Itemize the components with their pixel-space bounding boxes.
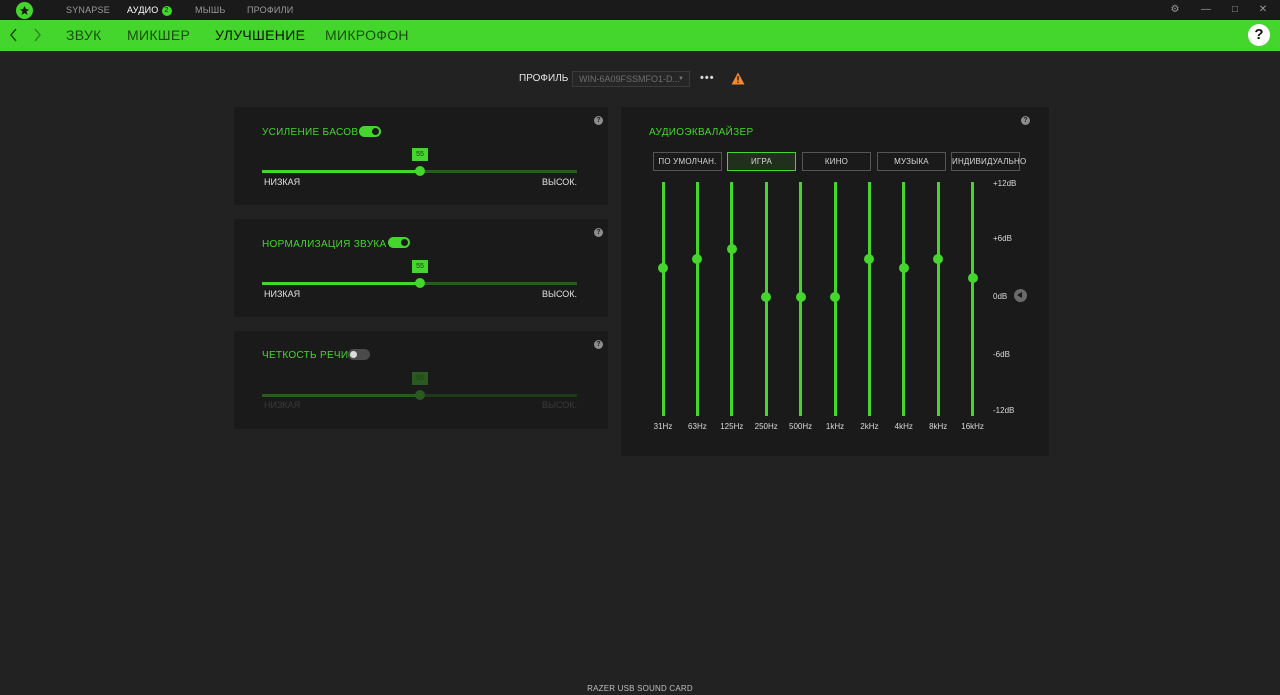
sound-normalization-card: ? НОРМАЛИЗАЦИЯ ЗВУКА 55 НИЗКАЯ ВЫСОК. — [234, 219, 608, 317]
voice-clarity-title: ЧЕТКОСТЬ РЕЧИ — [262, 350, 349, 361]
maximize-icon[interactable]: □ — [1228, 3, 1242, 17]
help-icon[interactable]: ? — [594, 340, 603, 349]
more-options-icon[interactable]: ••• — [700, 72, 715, 84]
close-icon[interactable]: ✕ — [1256, 3, 1270, 17]
device-count-badge: 2 — [161, 6, 172, 16]
eq-band-label: 16kHz — [961, 422, 984, 431]
slider-min-label: НИЗКАЯ — [264, 177, 301, 187]
bass-boost-toggle[interactable] — [359, 126, 381, 137]
db-label-plus6: +6dB — [993, 234, 1012, 243]
db-label-top: +12dB — [993, 179, 1017, 188]
help-icon[interactable]: ? — [594, 116, 603, 125]
eq-band-handle-125Hz[interactable] — [726, 244, 737, 255]
voice-clarity-slider-handle — [415, 390, 425, 400]
preset-movie-button[interactable]: КИНО — [802, 152, 871, 171]
toggle-knob — [372, 128, 379, 135]
voice-clarity-toggle[interactable] — [348, 349, 370, 360]
eq-band-track-16kHz[interactable] — [971, 182, 975, 416]
device-name-footer: RAZER USB SOUND CARD — [587, 684, 693, 693]
eq-band-track-31Hz[interactable] — [661, 182, 665, 416]
eq-band-track-2kHz[interactable] — [867, 182, 871, 416]
toggle-knob — [350, 351, 357, 358]
slider-max-label: ВЫСОК. — [542, 177, 578, 187]
eq-band-track-8kHz[interactable] — [936, 182, 940, 416]
chevron-down-icon: ▼ — [678, 76, 684, 82]
sound-normalization-toggle[interactable] — [388, 237, 410, 248]
bass-boost-card: ? УСИЛЕНИЕ БАСОВ 55 НИЗКАЯ ВЫСОК. — [234, 107, 608, 205]
settings-gear-icon[interactable]: ⚙ — [1168, 3, 1182, 17]
title-bar: SYNAPSE АУДИО 2 МЫШЬ ПРОФИЛИ ⚙ — □ ✕ — [0, 0, 1280, 20]
preset-custom-button[interactable]: ИНДИВИДУАЛЬНО — [951, 152, 1026, 171]
minimize-icon[interactable]: — — [1199, 3, 1213, 17]
forward-arrow-icon[interactable] — [30, 26, 44, 44]
slider-fill — [262, 394, 420, 397]
eq-band-handle-1kHz[interactable] — [830, 292, 840, 302]
topnav-mouse[interactable]: МЫШЬ — [195, 0, 225, 20]
preset-default-button[interactable]: ПО УМОЛЧАН. — [653, 152, 722, 171]
profile-label: ПРОФИЛЬ — [519, 73, 569, 84]
tab-sound[interactable]: ЗВУК — [66, 20, 102, 51]
slider-min-label: НИЗКАЯ — [264, 289, 301, 299]
toggle-knob — [401, 239, 408, 246]
eq-band-handle-4kHz[interactable] — [898, 263, 909, 274]
eq-band-handle-16kHz[interactable] — [967, 272, 978, 283]
db-label-bottom: -12dB — [993, 406, 1015, 415]
topnav-label: ПРОФИЛИ — [247, 5, 294, 15]
topnav-profiles[interactable]: ПРОФИЛИ — [247, 0, 293, 20]
help-icon[interactable]: ? — [594, 228, 603, 237]
preset-game-button[interactable]: ИГРА — [727, 152, 796, 171]
sound-normalization-value: 55 — [412, 260, 428, 273]
equalizer-title: АУДИОЭКВАЛАЙЗЕР — [649, 127, 754, 138]
db-label-zero: 0dB — [993, 292, 1008, 301]
voice-clarity-card: ? ЧЕТКОСТЬ РЕЧИ 55 НИЗКАЯ ВЫСОК. — [234, 331, 608, 429]
warning-icon[interactable] — [731, 72, 745, 90]
slider-fill — [262, 170, 420, 173]
slider-max-label: ВЫСОК. — [542, 289, 578, 299]
tab-mixer[interactable]: МИКШЕР — [127, 20, 190, 51]
tab-enhancement[interactable]: УЛУЧШЕНИЕ — [215, 20, 305, 51]
back-arrow-icon[interactable] — [7, 26, 21, 44]
bass-boost-slider-handle[interactable] — [415, 166, 425, 176]
help-icon[interactable]: ? — [1021, 116, 1030, 125]
slider-fill — [262, 282, 420, 285]
reset-equalizer-icon[interactable] — [1014, 289, 1027, 302]
eq-band-handle-500Hz[interactable] — [795, 292, 806, 302]
topnav-label: АУДИО — [127, 5, 159, 15]
sub-navigation-bar: ЗВУК МИКШЕР УЛУЧШЕНИЕ МИКРОФОН ? — [0, 20, 1280, 51]
bass-boost-value: 55 — [412, 148, 428, 161]
slider-min-label: НИЗКАЯ — [264, 400, 301, 410]
tab-microphone[interactable]: МИКРОФОН — [325, 20, 409, 51]
preset-music-button[interactable]: МУЗЫКА — [877, 152, 946, 171]
eq-band-track-63Hz[interactable] — [695, 182, 699, 416]
sound-normalization-title: НОРМАЛИЗАЦИЯ ЗВУКА — [262, 239, 387, 250]
eq-band-handle-8kHz[interactable] — [933, 253, 944, 264]
db-label-minus6: -6dB — [993, 350, 1010, 359]
bass-boost-title: УСИЛЕНИЕ БАСОВ — [262, 127, 359, 138]
razer-logo-icon — [16, 2, 33, 19]
topnav-audio[interactable]: АУДИО 2 — [127, 0, 172, 20]
topnav-synapse[interactable]: SYNAPSE — [66, 0, 110, 20]
profile-value: WIN-6A09FSSMFO1-D... — [579, 74, 681, 84]
profile-dropdown[interactable]: WIN-6A09FSSMFO1-D... ▼ — [572, 71, 690, 87]
eq-band-track-4kHz[interactable] — [902, 182, 906, 416]
help-icon[interactable]: ? — [1248, 24, 1270, 46]
topnav-label: МЫШЬ — [195, 5, 226, 15]
topnav-label: SYNAPSE — [66, 5, 110, 15]
voice-clarity-value: 55 — [412, 372, 428, 385]
slider-max-label: ВЫСОК. — [542, 400, 578, 410]
sound-normalization-slider-handle[interactable] — [415, 278, 425, 288]
eq-band-track-125Hz[interactable] — [730, 182, 734, 416]
